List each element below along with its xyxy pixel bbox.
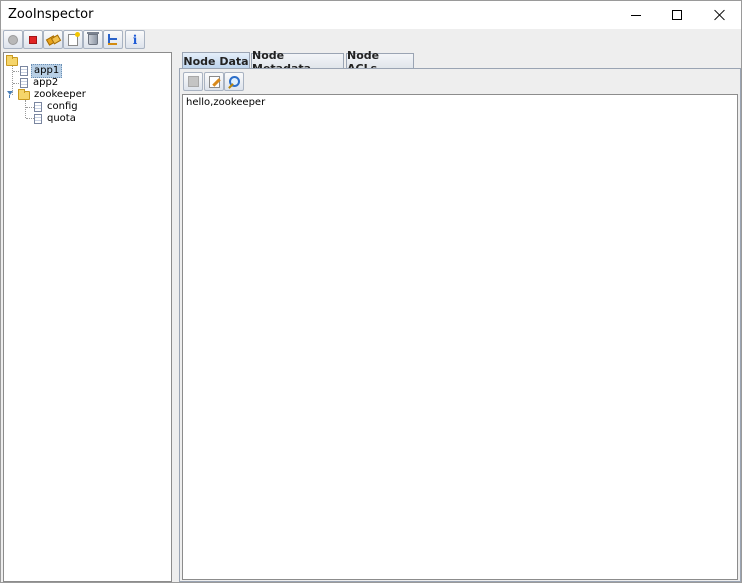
maximize-icon	[672, 10, 682, 20]
delete-node-button[interactable]	[83, 30, 103, 49]
tree-node-label: config	[47, 101, 78, 112]
tree-connector	[25, 100, 26, 118]
gray-circle-icon	[8, 34, 18, 45]
save-node-data-button[interactable]	[183, 72, 203, 91]
node-viewer-panel: Node Data Node Metadata Node ACLs hello,…	[179, 49, 741, 582]
node-data-toolbar	[181, 70, 739, 92]
tree-icon	[107, 33, 119, 46]
tree-connector	[26, 118, 34, 119]
tree-root[interactable]	[6, 54, 20, 67]
tree-connector	[26, 107, 34, 108]
connect-plug-icon	[47, 35, 59, 44]
minimize-button[interactable]	[613, 1, 659, 29]
zooinspector-window: ZooInspector i app1 app2 zookeeper confi…	[0, 0, 742, 583]
tree-node-label: app1	[31, 64, 63, 78]
tree-node-label: app2	[33, 77, 59, 88]
maximize-button[interactable]	[654, 1, 700, 29]
tree-node-zookeeper[interactable]: zookeeper	[18, 88, 88, 101]
edit-icon	[208, 75, 220, 88]
stop-button[interactable]	[23, 30, 43, 49]
refresh-tree-button[interactable]	[103, 30, 123, 49]
edit-node-data-button[interactable]	[204, 72, 224, 91]
folder-icon	[6, 54, 18, 66]
document-icon	[34, 102, 42, 112]
tab-node-acls[interactable]: Node ACLs	[346, 49, 414, 75]
tree-node-app2[interactable]: app2	[20, 77, 60, 89]
disconnect-button[interactable]	[3, 30, 23, 49]
trash-icon	[87, 32, 99, 45]
tree-node-label: quota	[47, 113, 76, 124]
document-icon	[20, 78, 28, 88]
close-button[interactable]	[697, 1, 742, 29]
close-icon	[714, 9, 726, 21]
red-stop-icon	[29, 35, 37, 44]
title-bar: ZooInspector	[1, 1, 741, 29]
document-icon	[34, 114, 42, 124]
document-icon	[20, 66, 28, 76]
folder-icon	[18, 88, 30, 100]
tree-node-config[interactable]: config	[34, 101, 80, 113]
view-node-data-button[interactable]	[224, 72, 244, 91]
node-data-text-area[interactable]: hello,zookeeper	[182, 94, 738, 580]
save-icon	[187, 76, 199, 87]
expand-toggle-icon[interactable]	[6, 91, 13, 98]
tree-node-quota[interactable]: quota	[34, 113, 78, 125]
add-node-button[interactable]	[63, 30, 83, 49]
magnifier-icon	[228, 75, 240, 88]
info-icon: i	[132, 32, 138, 47]
new-document-icon	[68, 31, 80, 46]
node-data-tab-content: hello,zookeeper	[179, 68, 741, 582]
connect-button[interactable]	[43, 30, 63, 49]
tab-node-data[interactable]: Node Data	[182, 52, 250, 69]
node-tree[interactable]: app1 app2 zookeeper config quota	[3, 52, 172, 582]
about-button[interactable]: i	[125, 30, 145, 49]
window-title: ZooInspector	[8, 7, 94, 22]
tree-node-label: zookeeper	[34, 89, 86, 100]
minimize-icon	[631, 14, 641, 16]
tab-node-metadata[interactable]: Node Metadata	[251, 49, 344, 75]
split-pane-divider[interactable]	[172, 52, 179, 582]
tree-node-app1[interactable]: app1	[20, 64, 63, 78]
